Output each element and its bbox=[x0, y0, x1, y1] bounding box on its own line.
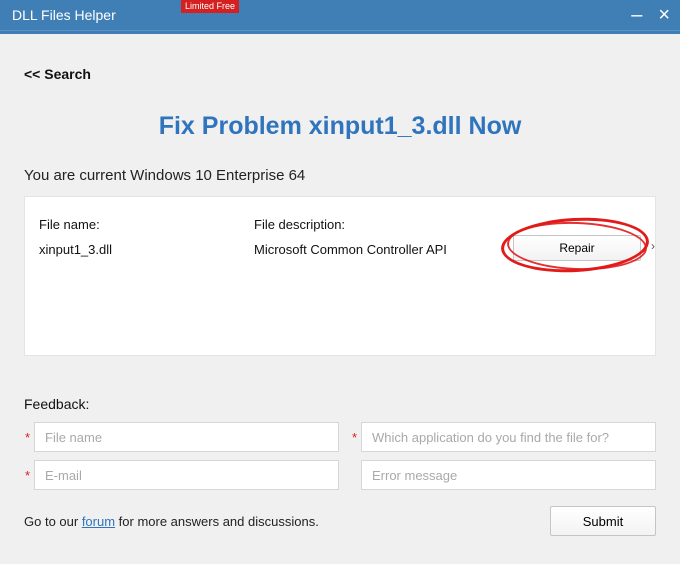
title-bar: DLL Files Helper Limited Free – × bbox=[0, 0, 680, 30]
repair-button[interactable]: Repair bbox=[513, 235, 641, 261]
chevron-right-icon: › bbox=[651, 239, 655, 253]
required-star: * bbox=[352, 430, 357, 445]
close-icon[interactable]: × bbox=[658, 8, 670, 22]
application-input[interactable] bbox=[361, 422, 656, 452]
forum-suffix: for more answers and discussions. bbox=[115, 514, 319, 529]
filedesc-label: File description: bbox=[254, 217, 499, 232]
window-controls: – × bbox=[631, 8, 670, 22]
submit-button[interactable]: Submit bbox=[550, 506, 656, 536]
feedback-heading: Feedback: bbox=[24, 396, 656, 412]
forum-hint-text: Go to our forum for more answers and dis… bbox=[24, 514, 319, 529]
filename-value: xinput1_3.dll bbox=[39, 242, 254, 257]
filedesc-value: Microsoft Common Controller API bbox=[254, 242, 499, 257]
filename-label: File name: bbox=[39, 217, 254, 232]
required-star: * bbox=[25, 430, 30, 445]
forum-prefix: Go to our bbox=[24, 514, 82, 529]
app-title: DLL Files Helper bbox=[12, 7, 116, 23]
error-message-input[interactable] bbox=[361, 460, 656, 490]
limited-free-badge: Limited Free bbox=[181, 0, 239, 13]
forum-link[interactable]: forum bbox=[82, 514, 115, 529]
email-input[interactable] bbox=[34, 460, 339, 490]
back-to-search-link[interactable]: << Search bbox=[24, 66, 656, 82]
page-title: Fix Problem xinput1_3.dll Now bbox=[24, 112, 656, 141]
file-info-panel: File name: xinput1_3.dll File descriptio… bbox=[24, 196, 656, 356]
file-name-input[interactable] bbox=[34, 422, 339, 452]
minimize-icon[interactable]: – bbox=[631, 8, 642, 22]
required-star: * bbox=[25, 468, 30, 483]
os-info-text: You are current Windows 10 Enterprise 64 bbox=[24, 167, 656, 184]
